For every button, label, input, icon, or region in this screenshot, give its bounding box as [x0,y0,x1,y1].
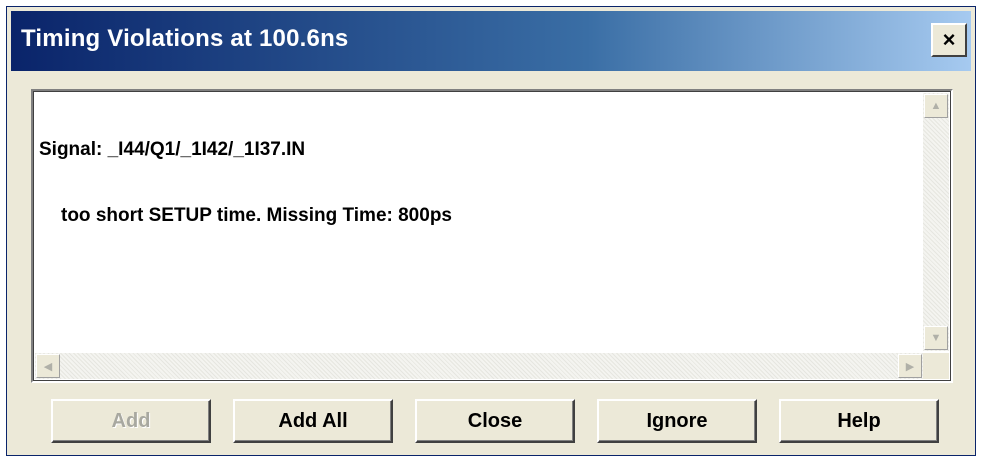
scroll-left-button[interactable]: ◀ [36,354,60,378]
scroll-up-button[interactable]: ▲ [924,94,948,118]
add-all-button[interactable]: Add All [233,399,393,443]
signal-line: Signal: _I44/Q1/_1I42/_1I37.IN [39,139,306,160]
scrollbar-corner [923,353,949,379]
title-bar[interactable]: Timing Violations at 100.6ns × [11,11,971,71]
help-button[interactable]: Help [779,399,939,443]
scroll-up-icon: ▲ [930,100,942,112]
scroll-right-icon: ▶ [905,360,915,373]
add-button[interactable]: Add [51,399,211,443]
scroll-down-icon: ▼ [930,332,942,344]
button-row: Add Add All Close Ignore Help [51,399,941,443]
violation-detail-line: too short SETUP time. Missing Time: 800p… [61,205,452,226]
close-button[interactable]: Close [415,399,575,443]
scroll-down-button[interactable]: ▼ [924,326,948,350]
scroll-right-button[interactable]: ▶ [898,354,922,378]
violations-text: Signal: _I44/Q1/_1I42/_1I37.IN too short… [39,95,921,351]
horizontal-scrollbar[interactable]: ◀ ▶ [35,353,923,379]
close-window-button[interactable]: × [931,23,967,57]
scroll-left-icon: ◀ [43,360,53,373]
timing-violations-dialog: Timing Violations at 100.6ns × Signal: _… [6,6,976,456]
close-icon: × [942,27,956,52]
ignore-button[interactable]: Ignore [597,399,757,443]
vertical-scrollbar[interactable]: ▲ ▼ [923,93,949,351]
dialog-title: Timing Violations at 100.6ns [21,25,349,52]
violations-list[interactable]: Signal: _I44/Q1/_1I42/_1I37.IN too short… [31,89,953,383]
